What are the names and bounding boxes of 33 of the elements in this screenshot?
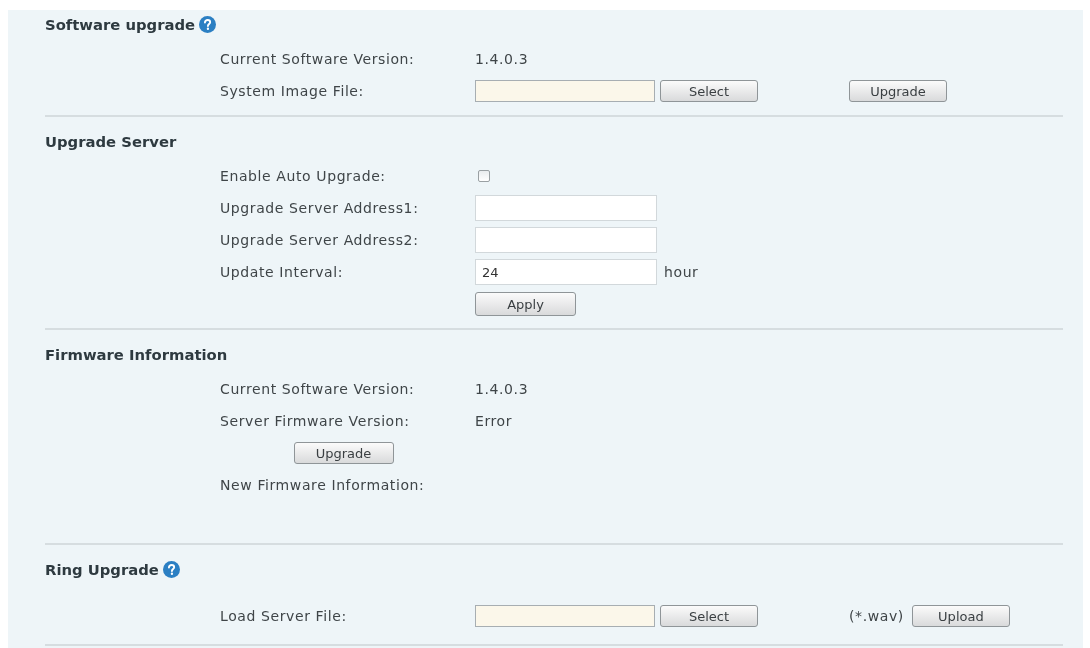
field-value: Error bbox=[475, 413, 513, 429]
section-title: Ring Upgrade bbox=[45, 560, 159, 578]
field-label: Update Interval: bbox=[220, 264, 344, 280]
field-value: 1.4.0.3 bbox=[475, 381, 529, 397]
action-button[interactable]: Upgrade bbox=[849, 80, 947, 102]
field-label: New Firmware Information: bbox=[220, 477, 425, 493]
select-button[interactable]: Select bbox=[660, 605, 758, 627]
action-button[interactable]: Upload bbox=[911, 605, 1010, 627]
field-value: 1.4.0.3 bbox=[475, 51, 529, 67]
field-label: Load Server File: bbox=[220, 608, 347, 624]
field-label: Current Software Version: bbox=[220, 51, 415, 67]
input-field[interactable] bbox=[475, 195, 657, 221]
checkbox[interactable] bbox=[478, 170, 490, 182]
input-field[interactable] bbox=[475, 227, 657, 253]
field-label: Upgrade Server Address1: bbox=[220, 200, 419, 216]
section-title: Firmware Information bbox=[45, 345, 228, 363]
file-type-hint: (*.wav) bbox=[849, 608, 904, 624]
unit-label: hour bbox=[664, 264, 699, 280]
input-field[interactable]: 24 bbox=[475, 259, 657, 285]
field-label: Enable Auto Upgrade: bbox=[220, 168, 386, 184]
help-icon[interactable] bbox=[162, 560, 180, 578]
section-title: Upgrade Server bbox=[45, 132, 177, 150]
help-icon[interactable] bbox=[199, 15, 217, 33]
field-label: Upgrade Server Address2: bbox=[220, 232, 419, 248]
section-title: Software upgrade bbox=[45, 15, 196, 33]
field-label: Current Software Version: bbox=[220, 381, 415, 397]
file-path-field[interactable] bbox=[475, 605, 655, 627]
field-label: System Image File: bbox=[220, 83, 364, 99]
upgrade-button[interactable]: Upgrade bbox=[293, 442, 394, 464]
field-label: Server Firmware Version: bbox=[220, 413, 410, 429]
apply-button[interactable]: Apply bbox=[475, 292, 576, 316]
select-button[interactable]: Select bbox=[660, 80, 758, 102]
file-path-field[interactable] bbox=[475, 80, 655, 102]
